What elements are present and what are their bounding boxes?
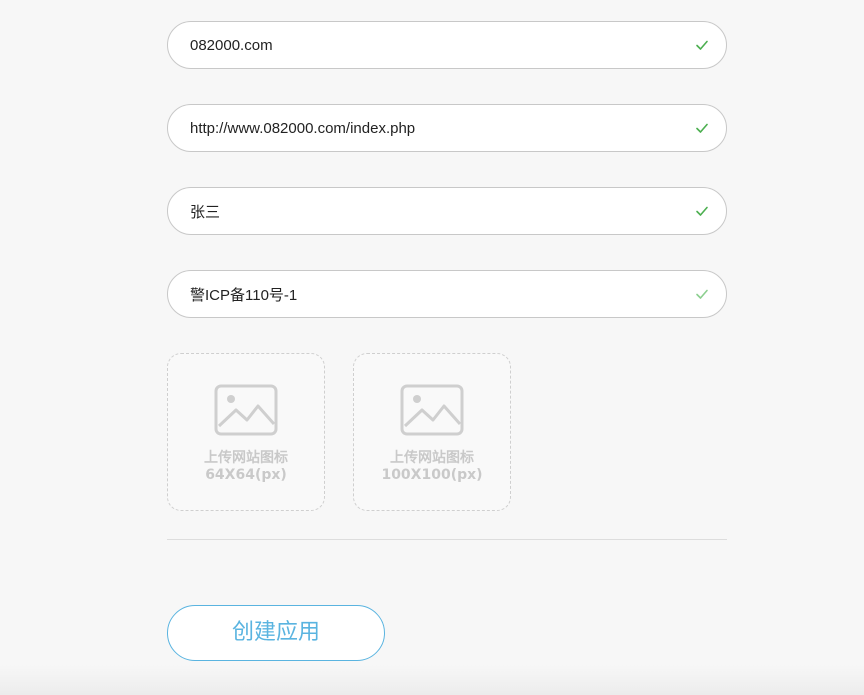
url-input[interactable] bbox=[190, 105, 680, 151]
check-icon bbox=[696, 40, 708, 50]
domain-field[interactable] bbox=[167, 21, 727, 69]
url-field[interactable] bbox=[167, 104, 727, 152]
owner-name-input[interactable] bbox=[190, 188, 680, 234]
create-app-form: 上传网站图标 64X64(px) 上传网站图标 100X100(px) 创建应用 bbox=[167, 0, 727, 695]
check-icon bbox=[696, 206, 708, 216]
upload-icon-100-button[interactable]: 上传网站图标 100X100(px) bbox=[353, 353, 511, 511]
check-icon bbox=[696, 289, 708, 299]
create-app-button[interactable]: 创建应用 bbox=[167, 605, 385, 661]
icp-number-field[interactable] bbox=[167, 270, 727, 318]
icp-number-input[interactable] bbox=[190, 271, 680, 317]
image-placeholder-icon bbox=[214, 384, 278, 436]
owner-name-field[interactable] bbox=[167, 187, 727, 235]
upload-label: 上传网站图标 bbox=[390, 450, 474, 466]
divider bbox=[167, 539, 727, 540]
upload-size: 100X100(px) bbox=[381, 467, 483, 483]
image-placeholder-icon bbox=[400, 384, 464, 436]
check-icon bbox=[696, 123, 708, 133]
upload-size: 64X64(px) bbox=[205, 467, 287, 483]
domain-input[interactable] bbox=[190, 22, 680, 68]
upload-label: 上传网站图标 bbox=[204, 450, 288, 466]
upload-icon-64-button[interactable]: 上传网站图标 64X64(px) bbox=[167, 353, 325, 511]
